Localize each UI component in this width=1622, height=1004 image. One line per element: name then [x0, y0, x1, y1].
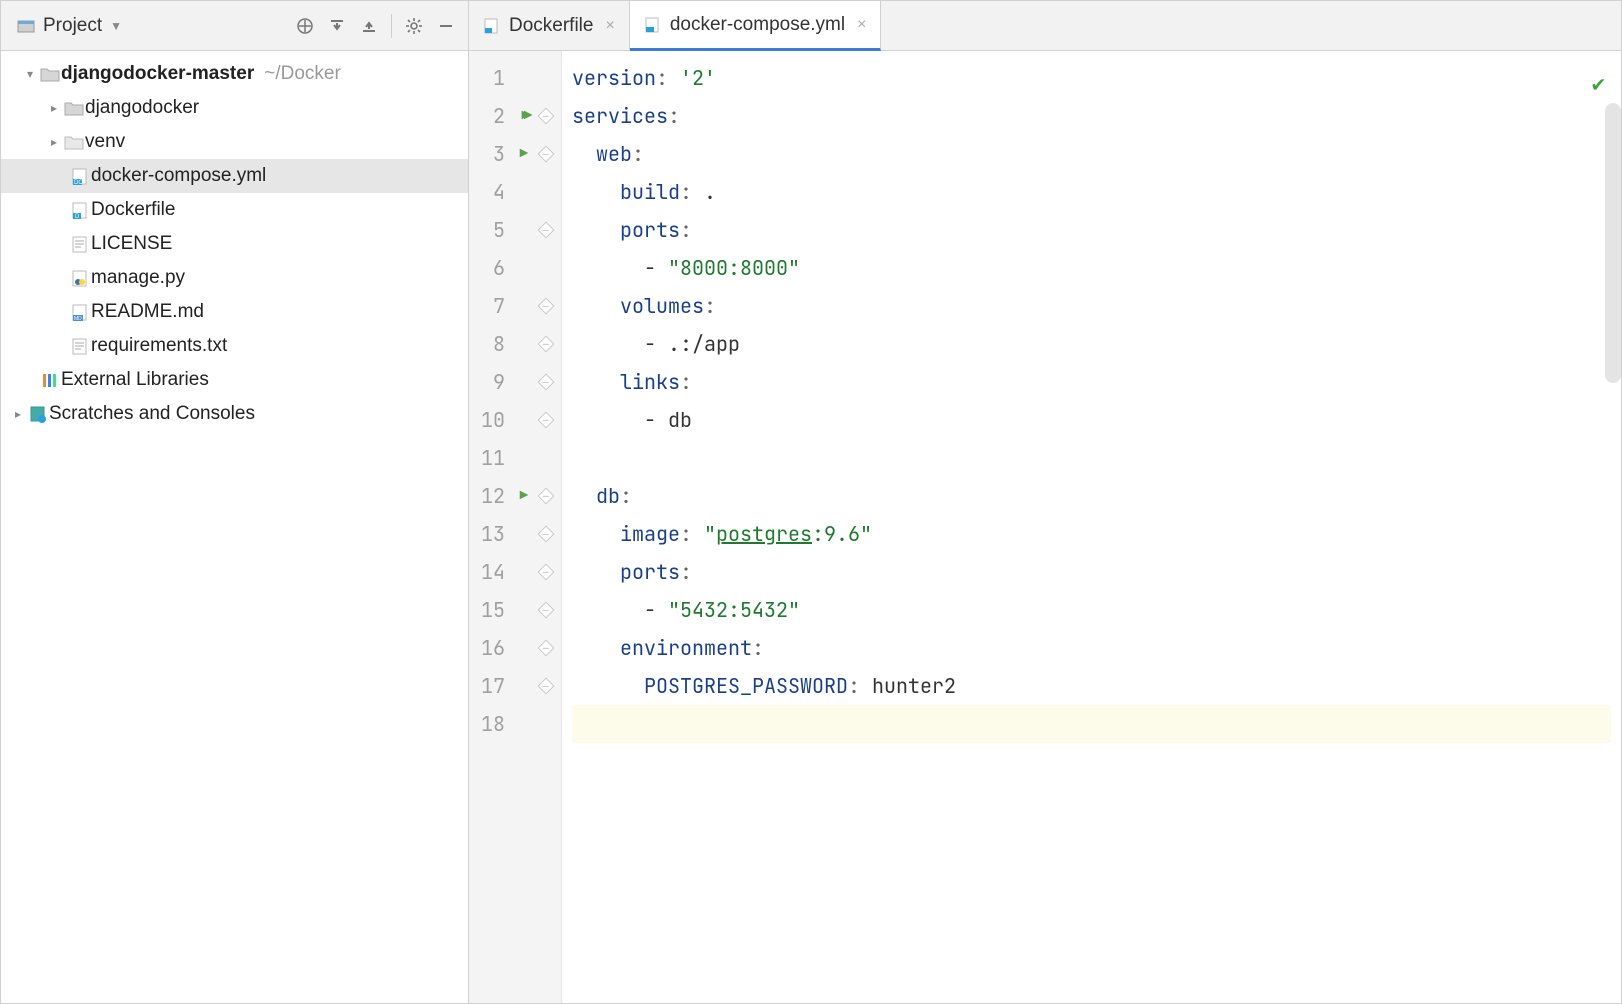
tab-label: Dockerfile — [509, 15, 593, 37]
select-opened-file-button[interactable] — [291, 12, 319, 40]
text-file-icon — [69, 235, 91, 253]
code-line[interactable]: - .:/app — [572, 325, 1611, 363]
code-line[interactable]: POSTGRES_PASSWORD: hunter2 — [572, 667, 1611, 705]
line-numbers: 123456789101112131415161718 — [481, 59, 511, 995]
code-line[interactable]: image: "postgres:9.6" — [572, 515, 1611, 553]
project-icon — [17, 18, 35, 34]
tree-file-docker-compose[interactable]: DC docker-compose.yml — [1, 159, 468, 193]
markdown-file-icon: MD — [69, 303, 91, 321]
chevron-down-icon: ▾ — [21, 67, 39, 81]
code-line[interactable]: - "5432:5432" — [572, 591, 1611, 629]
gutter-run-column: ▶▶▶▶ — [511, 59, 537, 995]
fold-toggle[interactable] — [538, 336, 555, 353]
folder-icon — [39, 66, 61, 82]
tree-file-dockerfile[interactable]: D Dockerfile — [1, 193, 468, 227]
code-line[interactable]: ports: — [572, 211, 1611, 249]
tree-file-manage-py[interactable]: manage.py — [1, 261, 468, 295]
close-icon[interactable]: × — [857, 16, 866, 34]
tree-scratches[interactable]: ▸ Scratches and Consoles — [1, 397, 468, 431]
text-file-icon — [69, 337, 91, 355]
chevron-right-icon: ▸ — [45, 101, 63, 115]
code-body[interactable]: ✔ version: '2'services: web: build: . po… — [562, 51, 1621, 1003]
gear-icon[interactable] — [400, 12, 428, 40]
code-line[interactable]: build: . — [572, 173, 1611, 211]
code-line[interactable]: web: — [572, 135, 1611, 173]
project-tool-window: Project ▼ ▾ — [1, 1, 469, 1003]
check-icon: ✔ — [1592, 65, 1605, 103]
code-line[interactable] — [572, 439, 1611, 477]
vertical-scrollbar[interactable] — [1605, 103, 1621, 383]
svg-text:DC: DC — [74, 180, 83, 185]
fold-toggle[interactable] — [538, 526, 555, 543]
editor-tabs: Dockerfile × docker-compose.yml × — [469, 1, 1621, 51]
fold-toggle[interactable] — [538, 564, 555, 581]
hide-button[interactable] — [432, 12, 460, 40]
chevron-down-icon: ▼ — [110, 19, 122, 33]
fold-toggle[interactable] — [538, 374, 555, 391]
tree-folder-djangodocker[interactable]: ▸ djangodocker — [1, 91, 468, 125]
editor-pane: Dockerfile × docker-compose.yml × 123456… — [469, 1, 1621, 1003]
code-line[interactable] — [572, 705, 1611, 743]
fold-toggle[interactable] — [538, 602, 555, 619]
project-toolbar: Project ▼ — [1, 1, 468, 51]
gutter-fold-column — [537, 59, 555, 995]
chevron-right-icon: ▸ — [9, 407, 27, 421]
fold-toggle[interactable] — [538, 640, 555, 657]
code-line[interactable]: version: '2' — [572, 59, 1611, 97]
collapse-all-button[interactable] — [355, 12, 383, 40]
scratches-icon — [27, 405, 49, 423]
tree-file-readme[interactable]: MD README.md — [1, 295, 468, 329]
run-service-icon[interactable]: ▶ — [520, 135, 528, 173]
code-line[interactable]: - "8000:8000" — [572, 249, 1611, 287]
dockerfile-icon — [483, 18, 501, 34]
tab-label: docker-compose.yml — [670, 14, 845, 36]
code-line[interactable]: volumes: — [572, 287, 1611, 325]
tree-file-license[interactable]: LICENSE — [1, 227, 468, 261]
toolbar-separator — [391, 14, 392, 38]
tab-docker-compose[interactable]: docker-compose.yml × — [630, 1, 882, 51]
tab-dockerfile[interactable]: Dockerfile × — [469, 1, 630, 50]
libraries-icon — [39, 371, 61, 389]
chevron-right-icon: ▸ — [45, 135, 63, 149]
project-view-selector[interactable]: Project ▼ — [9, 11, 130, 41]
fold-toggle[interactable] — [538, 298, 555, 315]
fold-toggle[interactable] — [538, 412, 555, 429]
code-line[interactable]: links: — [572, 363, 1611, 401]
svg-text:D: D — [75, 214, 80, 219]
svg-text:MD: MD — [74, 316, 82, 321]
tree-folder-venv[interactable]: ▸ venv — [1, 125, 468, 159]
run-services-icon[interactable]: ▶▶ — [522, 97, 527, 135]
code-line[interactable]: services: — [572, 97, 1611, 135]
code-line[interactable]: ports: — [572, 553, 1611, 591]
tree-file-requirements[interactable]: requirements.txt — [1, 329, 468, 363]
expand-all-button[interactable] — [323, 12, 351, 40]
dockerfile-icon: D — [69, 201, 91, 219]
code-editor[interactable]: 123456789101112131415161718 ▶▶▶▶ ✔ versi… — [469, 51, 1621, 1003]
code-line[interactable]: - db — [572, 401, 1611, 439]
code-line[interactable]: environment: — [572, 629, 1611, 667]
project-tree[interactable]: ▾ djangodocker-master ~/Docker ▸ djangod… — [1, 51, 468, 1003]
docker-compose-file-icon: DC — [69, 167, 91, 185]
tree-external-libraries[interactable]: External Libraries — [1, 363, 468, 397]
fold-toggle[interactable] — [538, 222, 555, 239]
fold-toggle[interactable] — [538, 108, 555, 125]
run-service-icon[interactable]: ▶ — [520, 477, 528, 515]
docker-compose-file-icon — [644, 17, 662, 33]
folder-icon — [63, 100, 85, 116]
python-file-icon — [69, 269, 91, 287]
close-icon[interactable]: × — [605, 17, 614, 35]
project-title: Project — [43, 15, 102, 37]
fold-toggle[interactable] — [538, 488, 555, 505]
folder-icon — [63, 134, 85, 150]
fold-toggle[interactable] — [538, 678, 555, 695]
editor-gutter: 123456789101112131415161718 ▶▶▶▶ — [469, 51, 562, 1003]
project-root-node[interactable]: ▾ djangodocker-master ~/Docker — [1, 57, 468, 91]
fold-toggle[interactable] — [538, 146, 555, 163]
code-line[interactable]: db: — [572, 477, 1611, 515]
